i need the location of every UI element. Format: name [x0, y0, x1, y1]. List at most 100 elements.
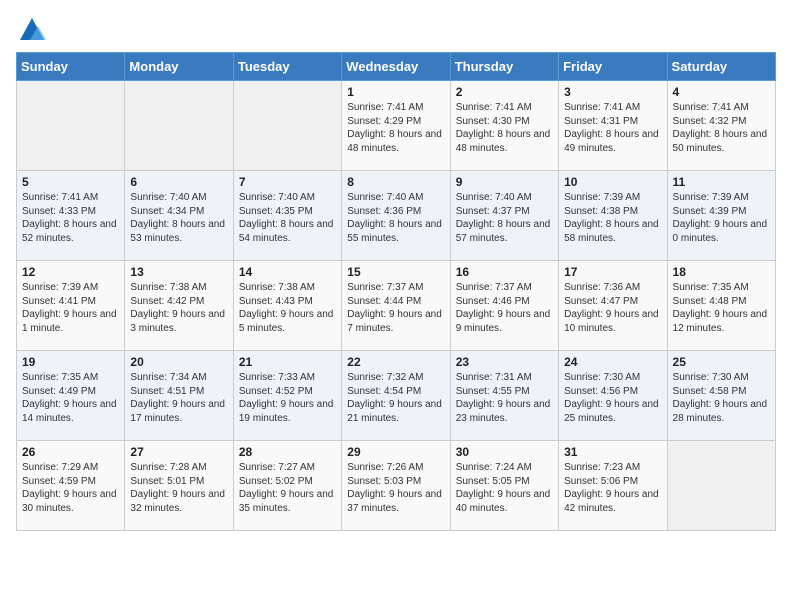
- day-content: Sunrise: 7:34 AM Sunset: 4:51 PM Dayligh…: [130, 371, 227, 425]
- day-number: 11: [673, 175, 770, 189]
- calendar-cell: 27Sunrise: 7:28 AM Sunset: 5:01 PM Dayli…: [125, 441, 233, 531]
- calendar-cell: 1Sunrise: 7:41 AM Sunset: 4:29 PM Daylig…: [342, 81, 450, 171]
- calendar-table: Sunday Monday Tuesday Wednesday Thursday…: [16, 52, 776, 531]
- header-wednesday: Wednesday: [342, 53, 450, 81]
- day-number: 6: [130, 175, 227, 189]
- day-content: Sunrise: 7:39 AM Sunset: 4:39 PM Dayligh…: [673, 191, 770, 245]
- day-number: 13: [130, 265, 227, 279]
- day-number: 3: [564, 85, 661, 99]
- calendar-cell: 25Sunrise: 7:30 AM Sunset: 4:58 PM Dayli…: [667, 351, 775, 441]
- day-number: 25: [673, 355, 770, 369]
- week-row-5: 26 Sunrise: 7:29 AM Sunset: 4:59 PM Dayli…: [17, 441, 776, 531]
- calendar-cell: 7 Sunrise: 7:40 AM Sunset: 4:35 PM Daylig…: [233, 171, 341, 261]
- calendar-body: 1Sunrise: 7:41 AM Sunset: 4:29 PM Daylig…: [17, 81, 776, 531]
- day-number: 10: [564, 175, 661, 189]
- logo-icon: [18, 16, 46, 44]
- header-saturday: Saturday: [667, 53, 775, 81]
- calendar-cell: 14Sunrise: 7:38 AM Sunset: 4:43 PM Dayli…: [233, 261, 341, 351]
- day-number: 22: [347, 355, 444, 369]
- day-number: 27: [130, 445, 227, 459]
- day-number: 9: [456, 175, 553, 189]
- calendar-cell: 3Sunrise: 7:41 AM Sunset: 4:31 PM Daylig…: [559, 81, 667, 171]
- day-content: Sunrise: 7:38 AM Sunset: 4:42 PM Dayligh…: [130, 281, 227, 335]
- day-number: 24: [564, 355, 661, 369]
- header-row: Sunday Monday Tuesday Wednesday Thursday…: [17, 53, 776, 81]
- calendar-cell: 12 Sunrise: 7:39 AM Sunset: 4:41 PM Dayli…: [17, 261, 125, 351]
- calendar-cell: 29 Sunrise: 7:26 AM Sunset: 5:03 PM Dayli…: [342, 441, 450, 531]
- calendar-cell: 18 Sunrise: 7:35 AM Sunset: 4:48 PM Dayli…: [667, 261, 775, 351]
- calendar-header: Sunday Monday Tuesday Wednesday Thursday…: [17, 53, 776, 81]
- calendar-cell: 30Sunrise: 7:24 AM Sunset: 5:05 PM Dayli…: [450, 441, 558, 531]
- calendar-cell: 13 Sunrise: 7:38 AM Sunset: 4:42 PM Dayli…: [125, 261, 233, 351]
- calendar-cell: 19 Sunrise: 7:35 AM Sunset: 4:49 PM Dayli…: [17, 351, 125, 441]
- day-content: Sunrise: 7:39 AM Sunset: 4:38 PM Dayligh…: [564, 191, 661, 245]
- day-content: Sunrise: 7:41 AM Sunset: 4:29 PM Dayligh…: [347, 101, 444, 155]
- header-sunday: Sunday: [17, 53, 125, 81]
- day-content: Sunrise: 7:26 AM Sunset: 5:03 PM Dayligh…: [347, 461, 444, 515]
- week-row-3: 12 Sunrise: 7:39 AM Sunset: 4:41 PM Dayli…: [17, 261, 776, 351]
- day-content: Sunrise: 7:31 AM Sunset: 4:55 PM Dayligh…: [456, 371, 553, 425]
- day-number: 20: [130, 355, 227, 369]
- calendar-cell: 4Sunrise: 7:41 AM Sunset: 4:32 PM Daylig…: [667, 81, 775, 171]
- header-tuesday: Tuesday: [233, 53, 341, 81]
- calendar-cell: 9 Sunrise: 7:40 AM Sunset: 4:37 PM Daylig…: [450, 171, 558, 261]
- day-number: 15: [347, 265, 444, 279]
- calendar-cell: 10 Sunrise: 7:39 AM Sunset: 4:38 PM Dayli…: [559, 171, 667, 261]
- day-content: Sunrise: 7:41 AM Sunset: 4:33 PM Dayligh…: [22, 191, 119, 245]
- day-number: 17: [564, 265, 661, 279]
- day-number: 23: [456, 355, 553, 369]
- day-number: 12: [22, 265, 119, 279]
- calendar-cell: [125, 81, 233, 171]
- day-number: 16: [456, 265, 553, 279]
- day-content: Sunrise: 7:41 AM Sunset: 4:30 PM Dayligh…: [456, 101, 553, 155]
- calendar-cell: [17, 81, 125, 171]
- calendar-cell: 24 Sunrise: 7:30 AM Sunset: 4:56 PM Dayli…: [559, 351, 667, 441]
- calendar-cell: 2 Sunrise: 7:41 AM Sunset: 4:30 PM Daylig…: [450, 81, 558, 171]
- logo-line1: [16, 16, 46, 44]
- calendar-cell: 23 Sunrise: 7:31 AM Sunset: 4:55 PM Dayli…: [450, 351, 558, 441]
- calendar-cell: 8 Sunrise: 7:40 AM Sunset: 4:36 PM Daylig…: [342, 171, 450, 261]
- calendar-cell: 16 Sunrise: 7:37 AM Sunset: 4:46 PM Dayli…: [450, 261, 558, 351]
- week-row-4: 19 Sunrise: 7:35 AM Sunset: 4:49 PM Dayli…: [17, 351, 776, 441]
- day-content: Sunrise: 7:32 AM Sunset: 4:54 PM Dayligh…: [347, 371, 444, 425]
- day-number: 7: [239, 175, 336, 189]
- day-content: Sunrise: 7:29 AM Sunset: 4:59 PM Dayligh…: [22, 461, 119, 515]
- day-content: Sunrise: 7:37 AM Sunset: 4:46 PM Dayligh…: [456, 281, 553, 335]
- calendar-cell: 31 Sunrise: 7:23 AM Sunset: 5:06 PM Dayli…: [559, 441, 667, 531]
- calendar-cell: 26 Sunrise: 7:29 AM Sunset: 4:59 PM Dayli…: [17, 441, 125, 531]
- day-content: Sunrise: 7:23 AM Sunset: 5:06 PM Dayligh…: [564, 461, 661, 515]
- day-number: 18: [673, 265, 770, 279]
- day-content: Sunrise: 7:40 AM Sunset: 4:36 PM Dayligh…: [347, 191, 444, 245]
- day-number: 4: [673, 85, 770, 99]
- calendar-cell: 5Sunrise: 7:41 AM Sunset: 4:33 PM Daylig…: [17, 171, 125, 261]
- calendar-cell: 22 Sunrise: 7:32 AM Sunset: 4:54 PM Dayli…: [342, 351, 450, 441]
- day-content: Sunrise: 7:27 AM Sunset: 5:02 PM Dayligh…: [239, 461, 336, 515]
- page-header: [16, 16, 776, 44]
- day-number: 31: [564, 445, 661, 459]
- day-number: 28: [239, 445, 336, 459]
- day-content: Sunrise: 7:37 AM Sunset: 4:44 PM Dayligh…: [347, 281, 444, 335]
- day-content: Sunrise: 7:40 AM Sunset: 4:34 PM Dayligh…: [130, 191, 227, 245]
- day-number: 19: [22, 355, 119, 369]
- week-row-1: 1Sunrise: 7:41 AM Sunset: 4:29 PM Daylig…: [17, 81, 776, 171]
- day-number: 2: [456, 85, 553, 99]
- header-friday: Friday: [559, 53, 667, 81]
- day-content: Sunrise: 7:33 AM Sunset: 4:52 PM Dayligh…: [239, 371, 336, 425]
- day-content: Sunrise: 7:30 AM Sunset: 4:56 PM Dayligh…: [564, 371, 661, 425]
- day-content: Sunrise: 7:35 AM Sunset: 4:49 PM Dayligh…: [22, 371, 119, 425]
- day-content: Sunrise: 7:40 AM Sunset: 4:37 PM Dayligh…: [456, 191, 553, 245]
- day-content: Sunrise: 7:36 AM Sunset: 4:47 PM Dayligh…: [564, 281, 661, 335]
- calendar-cell: 20 Sunrise: 7:34 AM Sunset: 4:51 PM Dayli…: [125, 351, 233, 441]
- day-content: Sunrise: 7:24 AM Sunset: 5:05 PM Dayligh…: [456, 461, 553, 515]
- calendar-cell: 21 Sunrise: 7:33 AM Sunset: 4:52 PM Dayli…: [233, 351, 341, 441]
- day-number: 14: [239, 265, 336, 279]
- day-content: Sunrise: 7:40 AM Sunset: 4:35 PM Dayligh…: [239, 191, 336, 245]
- header-thursday: Thursday: [450, 53, 558, 81]
- day-number: 26: [22, 445, 119, 459]
- day-number: 29: [347, 445, 444, 459]
- day-number: 21: [239, 355, 336, 369]
- day-content: Sunrise: 7:39 AM Sunset: 4:41 PM Dayligh…: [22, 281, 119, 335]
- logo: [16, 16, 46, 44]
- day-number: 8: [347, 175, 444, 189]
- day-content: Sunrise: 7:35 AM Sunset: 4:48 PM Dayligh…: [673, 281, 770, 335]
